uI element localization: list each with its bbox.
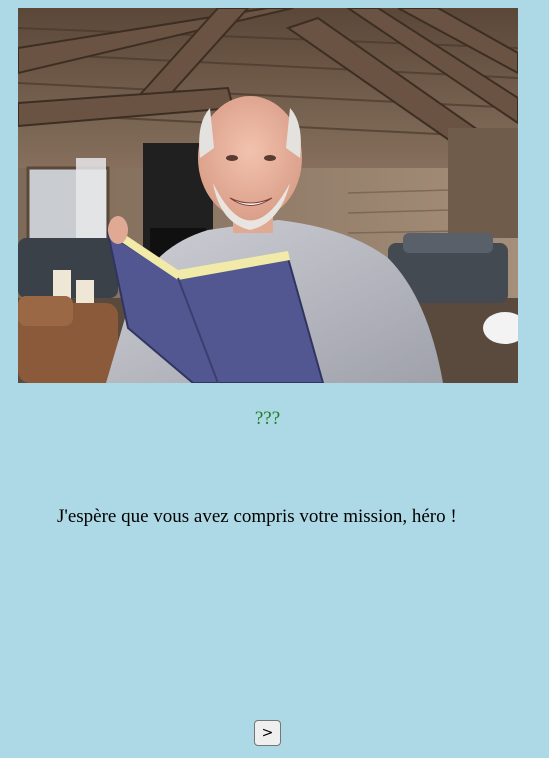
next-button[interactable]: > <box>254 720 281 746</box>
man-head <box>198 96 302 220</box>
speaker-name: ??? <box>254 408 281 429</box>
scene-image <box>18 8 518 383</box>
dialogue-text: J'espère que vous avez compris votre mis… <box>57 506 457 527</box>
